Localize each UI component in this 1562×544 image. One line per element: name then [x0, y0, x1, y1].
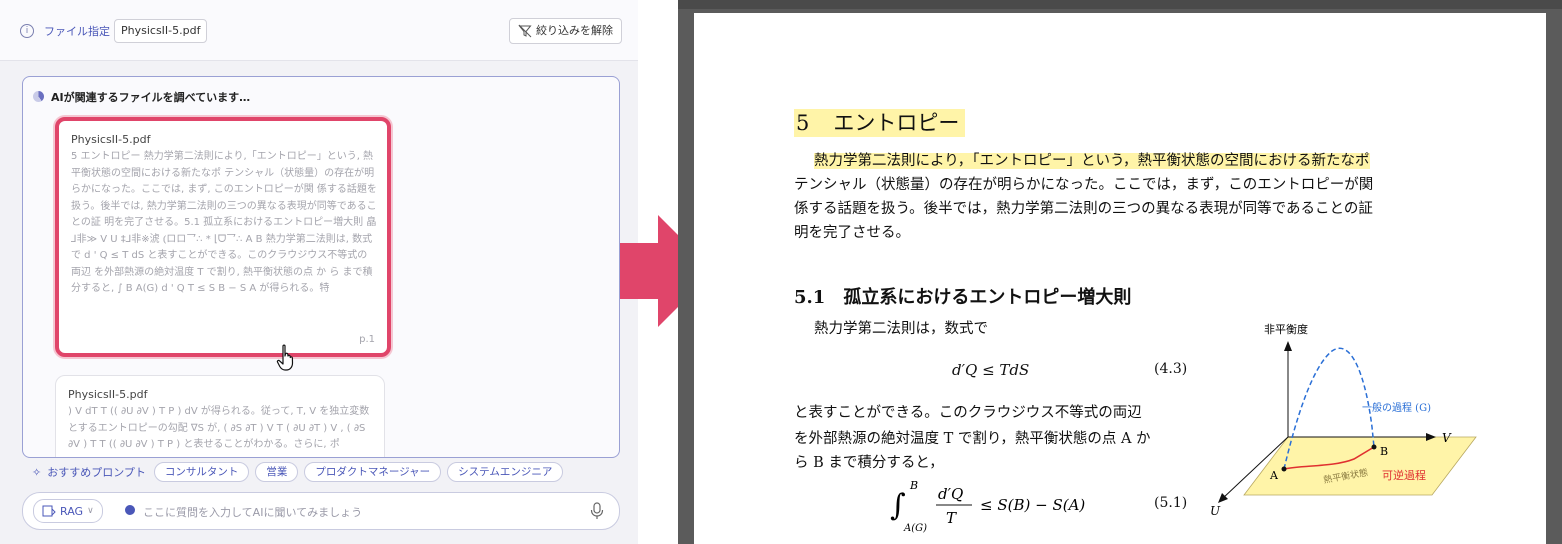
- file-filter-bar: i ファイル指定 PhysicsII-5.pdf 絞り込みを解除: [0, 0, 638, 61]
- pdf-page: 5 エントロピー 熱力学第二法則により，「エントロピー」という，熱平衡状態の空間に…: [694, 13, 1546, 544]
- result-page-number: p.1: [359, 334, 375, 345]
- chevron-down-icon: ∨: [87, 506, 94, 516]
- clear-filter-label: 絞り込みを解除: [536, 24, 613, 37]
- section-heading: 5 エントロピー: [794, 109, 966, 137]
- equation: d′Q ≤ TdS: [952, 361, 1030, 379]
- microphone-icon[interactable]: [589, 501, 605, 521]
- clear-filter-button[interactable]: 絞り込みを解除: [509, 18, 622, 44]
- svg-text:≤ S(B) − S(A): ≤ S(B) − S(A): [980, 496, 1085, 514]
- ai-status-text: AIが関連するファイルを調べています…: [51, 91, 251, 104]
- search-result-card[interactable]: PhysicsII-5.pdf 5 エントロピー 熱力学第二法則により,「エント…: [55, 117, 391, 357]
- paragraph-line: 係する話題を扱う。後半では，熱力学第二法則の三つの異なる表現が同等であることの証: [794, 201, 1373, 217]
- paragraph-line: 明を完了させる。: [794, 225, 910, 241]
- mode-label: RAG: [60, 504, 84, 518]
- point-b: [1371, 444, 1377, 450]
- chat-panel: i ファイル指定 PhysicsII-5.pdf 絞り込みを解除 AIが関連する…: [0, 0, 638, 544]
- body-text: と表すことができる。このクラウジウス不等式の両辺: [794, 405, 1142, 421]
- body-text: ら B まで積分すると，: [794, 455, 944, 471]
- highlighted-text: 熱力学第二法則により，「エントロピー」という，熱平衡状態の空間における新たなポ: [814, 153, 1370, 169]
- question-input[interactable]: [141, 503, 565, 521]
- svg-text:A(G): A(G): [903, 523, 927, 534]
- file-filter-label: ファイル指定: [44, 25, 110, 38]
- filter-off-icon: [518, 24, 532, 38]
- suggested-prompts-label: おすすめプロンプト: [47, 466, 146, 479]
- svg-text:∫: ∫: [890, 488, 906, 523]
- integral-equation: ∫ B A(G) d′Q T ≤ S(B) − S(A): [890, 479, 1085, 534]
- equation-number: (4.3): [1154, 361, 1188, 377]
- subsection-number: 5.1: [794, 287, 826, 308]
- subsection-heading: 5.1 孤立系におけるエントロピー増大則: [794, 283, 1131, 309]
- search-result-card[interactable]: PhysicsII-5.pdf ) V dT T (( ∂U ∂V ) T P …: [55, 375, 385, 457]
- section-number: 5: [796, 111, 810, 135]
- result-snippet: 5 エントロピー 熱力学第二法則により,「エントロピー」という, 熱平衡状態の空…: [71, 151, 377, 294]
- v-axis-label: V: [1442, 431, 1452, 445]
- paragraph-line: テンシャル（状態量）の存在が明らかになった。ここでは，まず，このエントロピーが関: [794, 177, 1374, 193]
- general-process-label: 一般の過程 (G): [1362, 401, 1431, 414]
- svg-text:B: B: [909, 479, 918, 492]
- hand-pointer-cursor-icon: [276, 344, 294, 371]
- entropy-diagram: 熱平衡状態 非平衡度 V U 一般の過程 (G) 可逆過程 A B: [1210, 322, 1477, 518]
- suggested-prompts: ✧ おすすめプロンプト コンサルタント 営業 プロダクトマネージャー システムエ…: [32, 462, 564, 482]
- prompt-chip-consultant[interactable]: コンサルタント: [153, 462, 250, 482]
- svg-text:d′Q: d′Q: [938, 485, 963, 503]
- y-axis-label: 非平衡度: [1264, 322, 1308, 336]
- u-axis-label: U: [1210, 504, 1221, 518]
- result-file-name: PhysicsII-5.pdf: [68, 388, 148, 401]
- file-filter-chip[interactable]: PhysicsII-5.pdf: [114, 19, 208, 43]
- prompt-chip-product-manager[interactable]: プロダクトマネージャー: [304, 462, 442, 482]
- point-a: [1281, 466, 1287, 472]
- body-text: を外部熱源の絶対温度 T で割り，熱平衡状態の点 A か: [794, 431, 1151, 447]
- input-indicator-icon: [125, 505, 135, 515]
- result-snippet: ) V dT T (( ∂U ∂V ) T P ) dV が得られる。従って, …: [68, 406, 370, 450]
- equation-number: (5.1): [1154, 495, 1188, 511]
- y-axis-arrow: [1284, 341, 1292, 351]
- point-b-label: B: [1380, 445, 1388, 458]
- svg-text:T: T: [946, 509, 957, 527]
- document-search-icon: [42, 505, 56, 517]
- subsection-title: 孤立系におけるエントロピー増大則: [843, 287, 1132, 308]
- chat-input-bar: RAG ∨: [22, 492, 620, 530]
- pdf-viewer-top-edge: [678, 0, 1562, 9]
- section-title: エントロピー: [833, 111, 960, 135]
- sparkle-icon: ✧: [32, 465, 42, 479]
- prompt-chip-sales[interactable]: 営業: [255, 462, 299, 482]
- prompt-chip-system-engineer[interactable]: システムエンジニア: [447, 462, 564, 482]
- paragraph-line: 熱力学第二法則により，「エントロピー」という，熱平衡状態の空間における新たなポ: [814, 149, 1370, 173]
- body-text: 熱力学第二法則は，数式で: [814, 321, 988, 337]
- mode-selector[interactable]: RAG ∨: [33, 499, 103, 523]
- reversible-process-label: 可逆過程: [1382, 468, 1426, 482]
- point-a-label: A: [1269, 469, 1279, 482]
- ai-response-card: AIが関連するファイルを調べています… PhysicsII-5.pdf 5 エン…: [22, 76, 620, 458]
- info-icon[interactable]: i: [20, 24, 34, 38]
- result-file-name: PhysicsII-5.pdf: [71, 133, 151, 146]
- loading-spinner-icon: [33, 91, 44, 102]
